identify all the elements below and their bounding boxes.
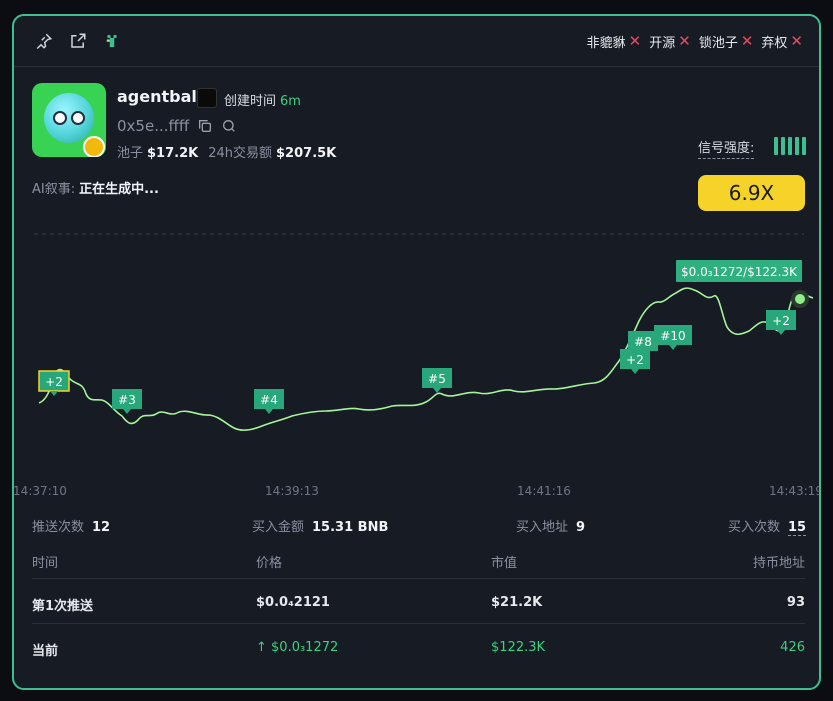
- x-tick-label: 14:39:13: [265, 484, 319, 498]
- cross-icon: ✕: [628, 32, 642, 50]
- flag-renounced: 弃权 ✕: [761, 32, 803, 51]
- card-toolbar: 非貔貅 ✕ 开源 ✕ 锁池子 ✕ 弃权 ✕: [14, 16, 819, 67]
- col-header-time: 时间: [32, 556, 59, 571]
- token-name[interactable]: agentball: [117, 87, 202, 106]
- push-marker-label: #10: [660, 329, 685, 343]
- cross-icon: ✕: [790, 32, 803, 50]
- flag-open-source: 开源 ✕: [649, 32, 691, 51]
- cross-icon: ✕: [678, 32, 691, 50]
- x-axis: 14:37:10 14:39:13 14:41:16 14:43:19: [14, 484, 819, 498]
- push-marker[interactable]: #4: [254, 389, 284, 414]
- copy-icon[interactable]: [197, 118, 213, 134]
- signal-strength-bars: [774, 137, 806, 155]
- push-marker[interactable]: #10: [654, 325, 692, 350]
- push-marker[interactable]: +2: [38, 370, 70, 396]
- col-header-price: 价格: [256, 556, 283, 571]
- push-count: 推送次数 12: [32, 520, 111, 535]
- bnb-chain-icon: [83, 136, 105, 157]
- token-avatar[interactable]: [32, 83, 106, 157]
- price-line: [38, 287, 814, 431]
- platform-logo-icon: [197, 88, 217, 108]
- price-chart[interactable]: +2 #3 #4 #5 +2 #8 #10 +2 $0.0₃1272/$122.3K 14:3…: [14, 206, 819, 511]
- buy-addresses: 买入地址 9: [516, 520, 586, 535]
- row-first-push-mcap: $21.2K: [491, 595, 543, 610]
- push-marker[interactable]: #3: [112, 389, 142, 414]
- row-current-mcap: $122.3K: [491, 640, 546, 655]
- x-tick-label: 14:41:16: [517, 484, 571, 498]
- row-current-price: ↑ $0.0₃1272: [256, 640, 339, 655]
- pin-icon[interactable]: [34, 31, 54, 51]
- flag-lock-pool: 锁池子 ✕: [698, 32, 754, 51]
- push-marker-label: +2: [45, 375, 63, 389]
- push-marker-label: #8: [634, 335, 652, 349]
- push-markers: +2 #3 #4 #5 +2 #8 #10 +2: [38, 310, 796, 414]
- buy-count[interactable]: 买入次数 15: [728, 516, 807, 536]
- cross-icon: ✕: [740, 32, 754, 50]
- col-header-holders: 持币地址: [752, 556, 805, 571]
- buy-amount: 买入金额 15.31 BNB: [252, 520, 389, 535]
- external-link-icon[interactable]: [68, 31, 88, 51]
- svg-text:$0.0₃1272/$122.3K: $0.0₃1272/$122.3K: [681, 265, 798, 279]
- push-marker-label: #4: [260, 393, 278, 407]
- token-address: 0x5e...ffff: [117, 117, 237, 135]
- push-marker-label: #3: [118, 393, 136, 407]
- row-first-push-price: $0.0₄2121: [256, 595, 330, 610]
- plant-icon[interactable]: [102, 31, 122, 51]
- signal-strength-label[interactable]: 信号强度:: [698, 137, 755, 159]
- row-current-holders: 426: [780, 640, 805, 655]
- risk-flags: 非貔貅 ✕ 开源 ✕ 锁池子 ✕ 弃权 ✕: [587, 32, 803, 51]
- push-marker-label: #5: [428, 372, 446, 386]
- push-marker-label: +2: [772, 314, 790, 328]
- row-current-time: 当前: [32, 644, 59, 659]
- x-tick-label: 14:37:10: [14, 484, 67, 498]
- current-price-tooltip: $0.0₃1272/$122.3K: [676, 260, 802, 282]
- contract-search-icon[interactable]: [221, 118, 237, 134]
- push-marker[interactable]: +2: [766, 310, 796, 335]
- divider: [32, 623, 805, 624]
- col-header-mcap: 市值: [491, 556, 518, 571]
- token-header: agentball 创建时间 6m 0x5e...ffff 池子 $17.2K 24h…: [14, 67, 819, 227]
- token-card: 非貔貅 ✕ 开源 ✕ 锁池子 ✕ 弃权 ✕ agentball 创建时间 6m 0x5e.…: [12, 14, 821, 690]
- divider: [32, 578, 805, 579]
- flag-honeypot: 非貔貅 ✕: [586, 32, 642, 51]
- row-first-push-time: 第1次推送: [32, 599, 94, 614]
- push-marker[interactable]: #5: [422, 368, 452, 393]
- push-marker-label: +2: [626, 353, 644, 367]
- x-tick-label: 14:43:19: [769, 484, 819, 498]
- current-point[interactable]: [795, 294, 805, 304]
- token-stats: 池子 $17.2K 24h交易额 $207.5K: [117, 146, 337, 161]
- created-time: 创建时间 6m: [224, 94, 301, 109]
- ai-narrative: AI叙事: 正在生成中...: [32, 182, 159, 197]
- row-first-push-holders: 93: [786, 595, 805, 610]
